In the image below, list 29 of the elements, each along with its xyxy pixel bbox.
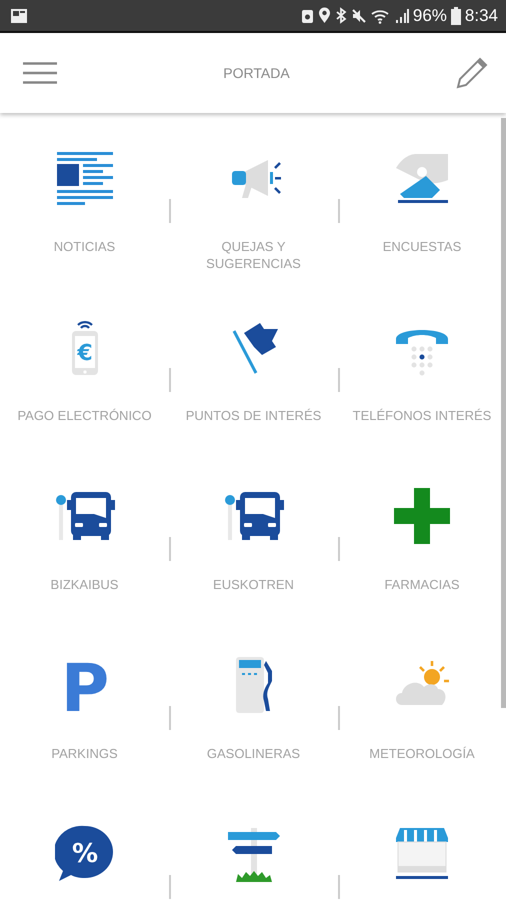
clock-time: 8:34: [464, 7, 498, 24]
menu-tile[interactable]: GASOLINERAS: [174, 627, 334, 762]
battery-percent: 96%: [412, 7, 447, 24]
menu-tile[interactable]: EUSKOTREN: [174, 458, 334, 593]
parking-icon: P: [54, 655, 114, 715]
edit-button[interactable]: [456, 57, 488, 89]
menu-tile[interactable]: ENCUESTAS: [342, 120, 502, 255]
menu-tile[interactable]: € PAGO ELECTRÓNICO: [4, 289, 164, 424]
mute-icon: [350, 8, 367, 24]
bluetooth-icon: [334, 7, 347, 24]
menu-tile[interactable]: FARMACIAS: [342, 458, 502, 593]
signal-icon: [394, 8, 409, 24]
image-icon: [10, 8, 28, 24]
menu-tile[interactable]: P PARKINGS: [4, 627, 164, 762]
menu-button[interactable]: [23, 62, 57, 84]
percent-bubble-icon: %: [54, 824, 114, 884]
menu-tile[interactable]: %: [4, 796, 164, 884]
page-title: PORTADA: [223, 65, 290, 81]
location-icon: [318, 7, 331, 24]
menu-tile[interactable]: TELÉFONOS INTERÉS: [342, 289, 502, 424]
menu-tile[interactable]: PUNTOS DE INTERÉS: [174, 289, 334, 424]
menu-tile[interactable]: BIZKAIBUS: [4, 458, 164, 593]
menu-tile[interactable]: NOTICIAS: [4, 120, 164, 255]
menu-tile[interactable]: QUEJAS Y SUGERENCIAS: [174, 120, 334, 272]
wifi-icon: [370, 8, 391, 24]
battery-icon: [450, 6, 461, 24]
cross-icon: [392, 486, 452, 546]
menu-tile[interactable]: METEOROLOGÍA: [342, 627, 502, 762]
lock-icon: [300, 7, 314, 24]
